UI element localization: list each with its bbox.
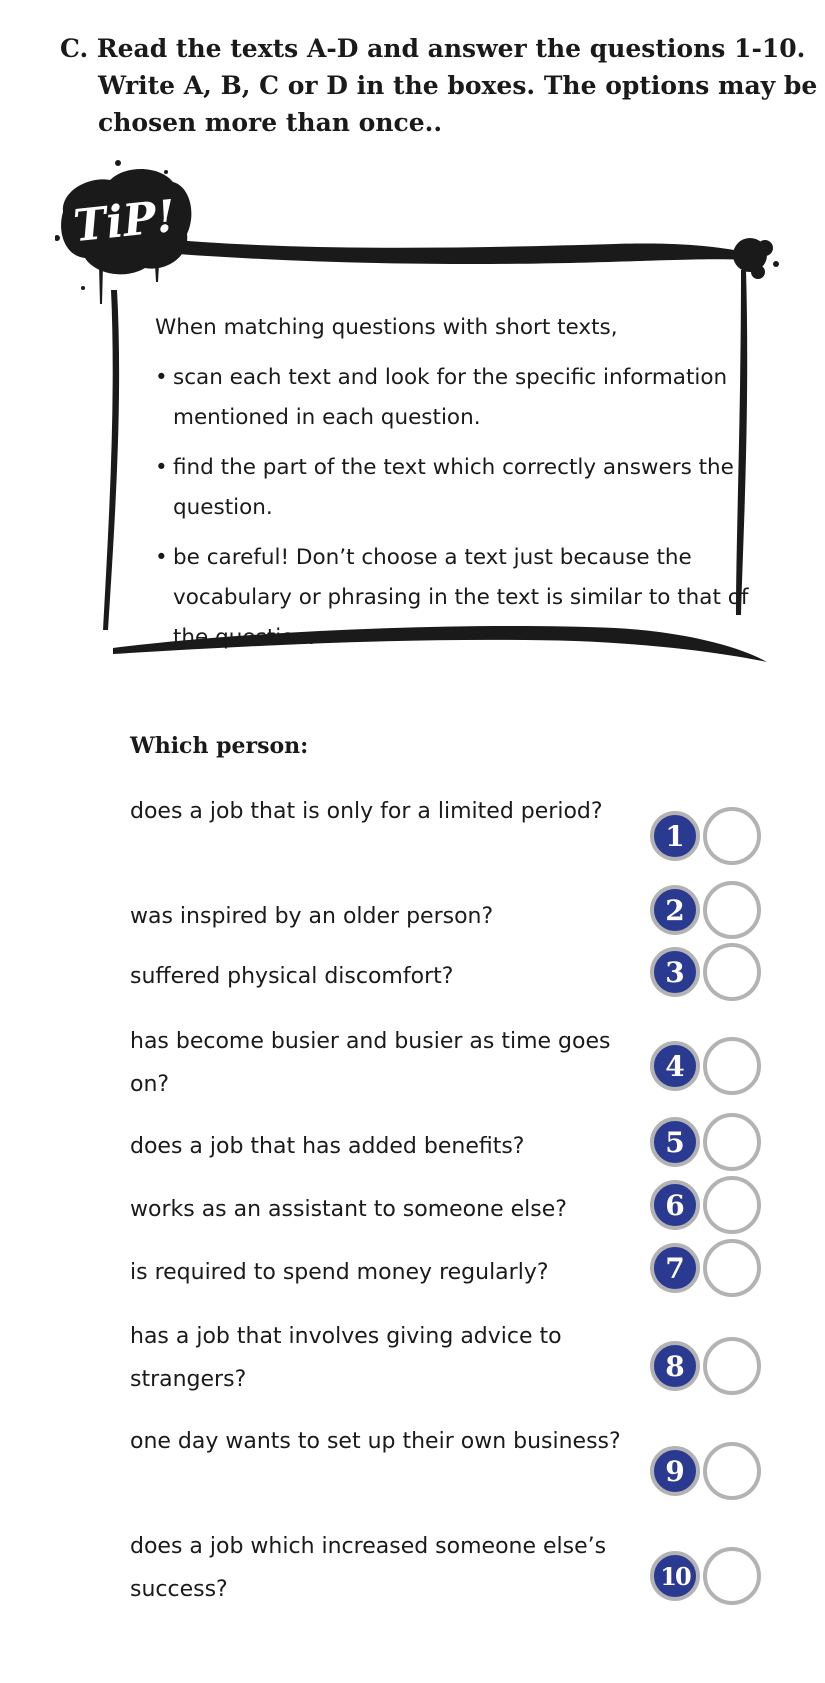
tip-item-text: be careful! Don’t choose a text just bec…	[173, 545, 749, 650]
answer-box[interactable]	[703, 1442, 761, 1500]
question-text: suffered physical discomfort?	[130, 964, 454, 989]
bullet-icon: •	[155, 545, 168, 570]
answer-box[interactable]	[703, 1337, 761, 1395]
tip-content: When matching questions with short texts…	[155, 308, 755, 668]
question-number: 10	[650, 1551, 700, 1601]
question-number: 2	[650, 885, 700, 935]
tip-badge: TiP!	[71, 191, 178, 252]
answer-box[interactable]	[703, 1176, 761, 1234]
question-number: 8	[650, 1341, 700, 1391]
question-text: has become busier and busier as time goe…	[130, 1029, 611, 1097]
tip-box: TiP! When matching questions with short …	[55, 160, 800, 720]
question-number: 7	[650, 1243, 700, 1293]
tip-item-text: scan each text and look for the specific…	[173, 365, 728, 430]
question-text: does a job that has added benefits?	[130, 1134, 525, 1159]
answer-box[interactable]	[703, 1113, 761, 1171]
tip-item: • be careful! Don’t choose a text just b…	[155, 538, 755, 658]
answer-box[interactable]	[703, 807, 761, 865]
question-number: 9	[650, 1446, 700, 1496]
question-text: works as an assistant to someone else?	[130, 1197, 567, 1222]
tip-item: • find the part of the text which correc…	[155, 448, 755, 528]
tip-item: • scan each text and look for the specif…	[155, 358, 755, 438]
question-text: has a job that involves giving advice to…	[130, 1324, 562, 1392]
question-number: 1	[650, 811, 700, 861]
answer-box[interactable]	[703, 881, 761, 939]
question-text: does a job that is only for a limited pe…	[130, 799, 603, 824]
bullet-icon: •	[155, 455, 168, 480]
answer-box[interactable]	[703, 1239, 761, 1297]
answer-box[interactable]	[703, 1547, 761, 1605]
answer-box[interactable]	[703, 943, 761, 1001]
bullet-icon: •	[155, 365, 168, 390]
question-number: 6	[650, 1180, 700, 1230]
answer-box[interactable]	[703, 1037, 761, 1095]
tip-item-text: find the part of the text which correctl…	[173, 455, 734, 520]
tip-intro: When matching questions with short texts…	[155, 315, 618, 340]
question-number: 3	[650, 947, 700, 997]
instruction-text: C. Read the texts A-D and answer the que…	[60, 34, 818, 137]
which-person-heading: Which person:	[130, 733, 309, 759]
question-number: 4	[650, 1041, 700, 1091]
question-text: was inspired by an older person?	[130, 904, 494, 929]
question-text: is required to spend money regularly?	[130, 1260, 549, 1285]
question-text: one day wants to set up their own busine…	[130, 1429, 621, 1454]
question-number: 5	[650, 1117, 700, 1167]
question-text: does a job which increased someone else’…	[130, 1534, 607, 1602]
